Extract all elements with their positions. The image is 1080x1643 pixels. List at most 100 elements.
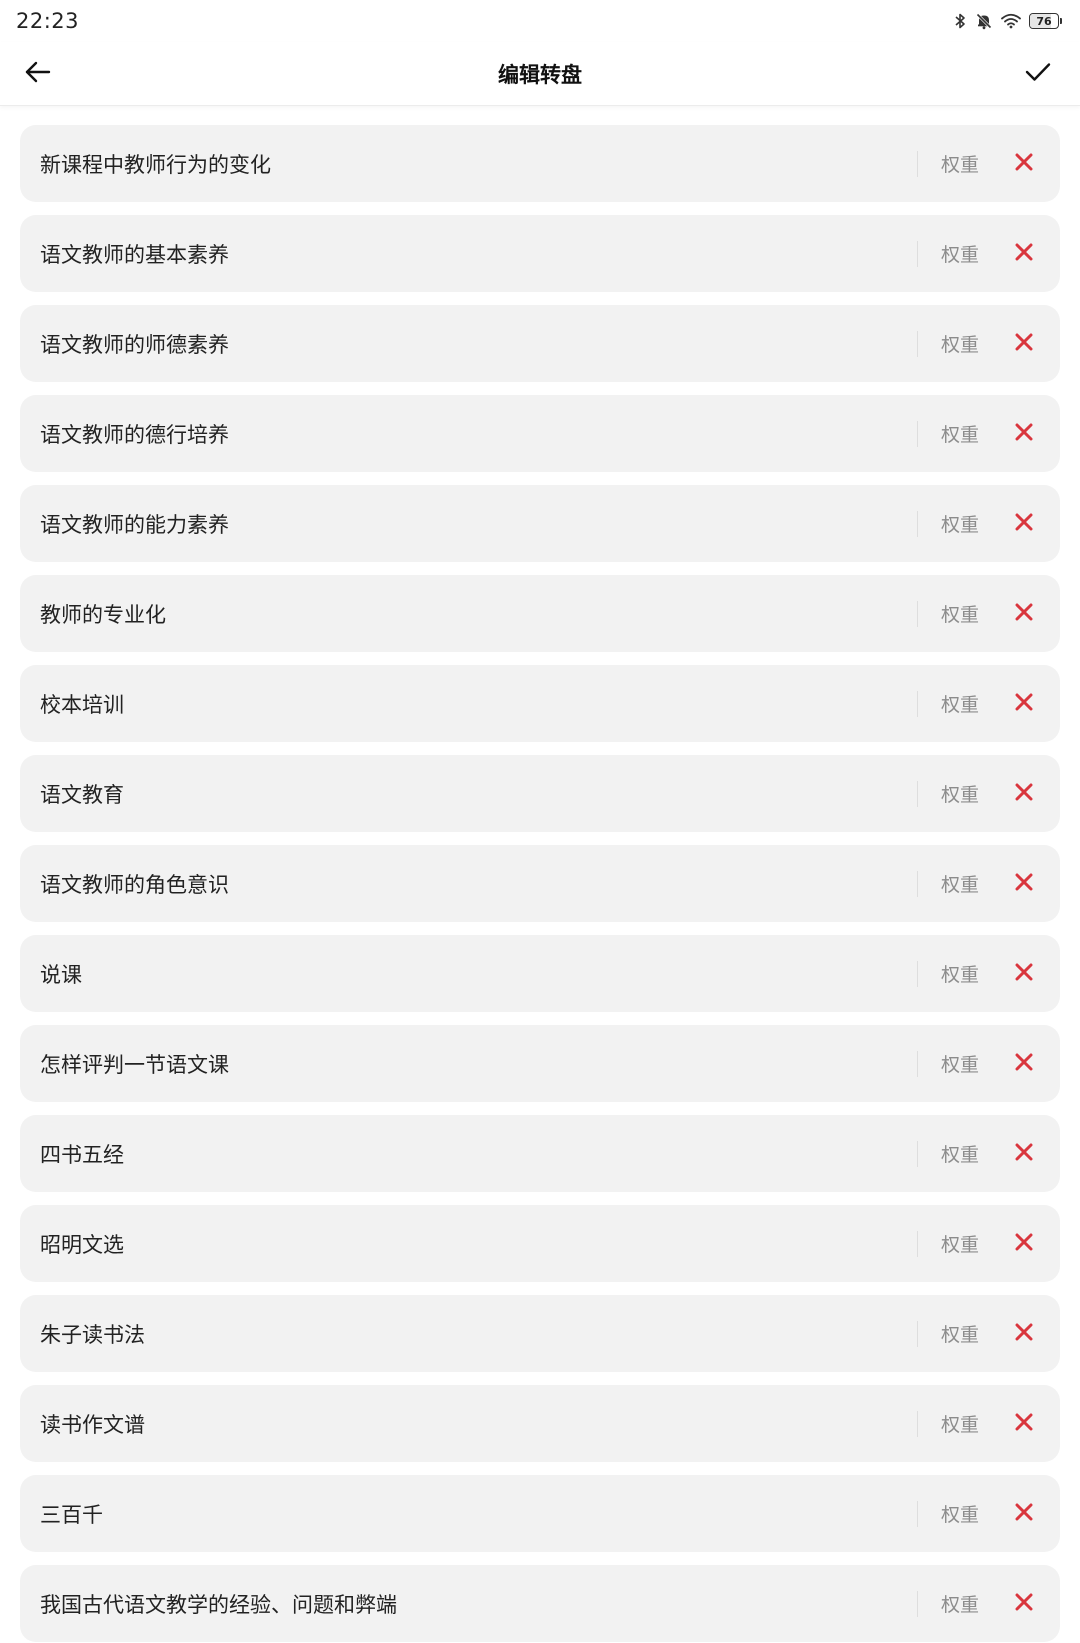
battery-level: 76 — [1036, 14, 1052, 28]
status-icons: 76 — [953, 12, 1062, 30]
item-name-field[interactable]: 三百千 — [40, 1499, 917, 1529]
item-name-field[interactable]: 四书五经 — [40, 1139, 917, 1169]
weight-button[interactable]: 权重 — [918, 510, 1002, 537]
list-item: 语文教师的基本素养 权重 — [20, 215, 1060, 292]
bell-muted-icon — [975, 12, 993, 30]
delete-button[interactable] — [1002, 1222, 1046, 1266]
app-header: 编辑转盘 — [0, 42, 1080, 106]
delete-button[interactable] — [1002, 1582, 1046, 1626]
item-name-field[interactable]: 语文教师的基本素养 — [40, 239, 917, 269]
delete-button[interactable] — [1002, 142, 1046, 186]
list-item: 语文教师的德行培养 权重 — [20, 395, 1060, 472]
delete-button[interactable] — [1002, 1042, 1046, 1086]
item-name-field[interactable]: 昭明文选 — [40, 1229, 917, 1259]
close-icon — [1014, 1052, 1034, 1076]
item-name-field[interactable]: 语文教师的德行培养 — [40, 419, 917, 449]
arrow-left-icon — [24, 60, 52, 88]
item-name-field[interactable]: 说课 — [40, 959, 917, 989]
close-icon — [1014, 872, 1034, 896]
weight-button[interactable]: 权重 — [918, 780, 1002, 807]
item-name-field[interactable]: 教师的专业化 — [40, 599, 917, 629]
list-item: 读书作文谱 权重 — [20, 1385, 1060, 1462]
weight-button[interactable]: 权重 — [918, 330, 1002, 357]
list-item: 我国古代语文教学的经验、问题和弊端 权重 — [20, 1565, 1060, 1642]
delete-button[interactable] — [1002, 592, 1046, 636]
weight-button[interactable]: 权重 — [918, 600, 1002, 627]
weight-button[interactable]: 权重 — [918, 1320, 1002, 1347]
list-item: 语文教师的角色意识 权重 — [20, 845, 1060, 922]
close-icon — [1014, 1502, 1034, 1526]
weight-button[interactable]: 权重 — [918, 690, 1002, 717]
weight-button[interactable]: 权重 — [918, 1590, 1002, 1617]
item-name-field[interactable]: 语文教师的能力素养 — [40, 509, 917, 539]
delete-button[interactable] — [1002, 682, 1046, 726]
status-time: 22:23 — [16, 9, 80, 33]
delete-button[interactable] — [1002, 1492, 1046, 1536]
page-title: 编辑转盘 — [498, 62, 582, 87]
delete-button[interactable] — [1002, 1132, 1046, 1176]
list-item: 语文教师的能力素养 权重 — [20, 485, 1060, 562]
close-icon — [1014, 422, 1034, 446]
list-item: 三百千 权重 — [20, 1475, 1060, 1552]
close-icon — [1014, 1232, 1034, 1256]
list-item: 四书五经 权重 — [20, 1115, 1060, 1192]
delete-button[interactable] — [1002, 232, 1046, 276]
item-name-field[interactable]: 朱子读书法 — [40, 1319, 917, 1349]
delete-button[interactable] — [1002, 502, 1046, 546]
list-item: 语文教师的师德素养 权重 — [20, 305, 1060, 382]
close-icon — [1014, 962, 1034, 986]
weight-button[interactable]: 权重 — [918, 1230, 1002, 1257]
item-name-field[interactable]: 语文教师的角色意识 — [40, 869, 917, 899]
list-item: 朱子读书法 权重 — [20, 1295, 1060, 1372]
weight-button[interactable]: 权重 — [918, 1050, 1002, 1077]
weight-button[interactable]: 权重 — [918, 240, 1002, 267]
confirm-button[interactable] — [1018, 54, 1058, 94]
list-item: 教师的专业化 权重 — [20, 575, 1060, 652]
wheel-item-list: 新课程中教师行为的变化 权重 语文教师的基本素养 权重 语文教师的师德素养 权重 语文教师的… — [20, 125, 1060, 1642]
weight-button[interactable]: 权重 — [918, 870, 1002, 897]
weight-button[interactable]: 权重 — [918, 1140, 1002, 1167]
list-item: 校本培训 权重 — [20, 665, 1060, 742]
item-name-field[interactable]: 语文教师的师德素养 — [40, 329, 917, 359]
close-icon — [1014, 332, 1034, 356]
close-icon — [1014, 1142, 1034, 1166]
delete-button[interactable] — [1002, 412, 1046, 456]
list-item: 新课程中教师行为的变化 权重 — [20, 125, 1060, 202]
list-item: 说课 权重 — [20, 935, 1060, 1012]
checkmark-icon — [1024, 60, 1052, 88]
weight-button[interactable]: 权重 — [918, 420, 1002, 447]
status-bar: 22:23 76 — [0, 0, 1080, 42]
close-icon — [1014, 1412, 1034, 1436]
item-name-field[interactable]: 我国古代语文教学的经验、问题和弊端 — [40, 1589, 917, 1619]
delete-button[interactable] — [1002, 1402, 1046, 1446]
close-icon — [1014, 512, 1034, 536]
battery-icon: 76 — [1029, 13, 1062, 29]
item-name-field[interactable]: 怎样评判一节语文课 — [40, 1049, 917, 1079]
close-icon — [1014, 692, 1034, 716]
weight-button[interactable]: 权重 — [918, 1500, 1002, 1527]
list-item: 怎样评判一节语文课 权重 — [20, 1025, 1060, 1102]
close-icon — [1014, 602, 1034, 626]
delete-button[interactable] — [1002, 862, 1046, 906]
delete-button[interactable] — [1002, 952, 1046, 996]
close-icon — [1014, 152, 1034, 176]
bluetooth-icon — [953, 12, 967, 30]
item-name-field[interactable]: 读书作文谱 — [40, 1409, 917, 1439]
delete-button[interactable] — [1002, 1312, 1046, 1356]
close-icon — [1014, 242, 1034, 266]
item-name-field[interactable]: 新课程中教师行为的变化 — [40, 149, 917, 179]
weight-button[interactable]: 权重 — [918, 1410, 1002, 1437]
item-name-field[interactable]: 语文教育 — [40, 779, 917, 809]
delete-button[interactable] — [1002, 772, 1046, 816]
delete-button[interactable] — [1002, 322, 1046, 366]
back-button[interactable] — [18, 54, 58, 94]
wifi-icon — [1001, 13, 1021, 29]
close-icon — [1014, 1322, 1034, 1346]
item-name-field[interactable]: 校本培训 — [40, 689, 917, 719]
list-item: 语文教育 权重 — [20, 755, 1060, 832]
close-icon — [1014, 1592, 1034, 1616]
close-icon — [1014, 782, 1034, 806]
weight-button[interactable]: 权重 — [918, 960, 1002, 987]
weight-button[interactable]: 权重 — [918, 150, 1002, 177]
list-item: 昭明文选 权重 — [20, 1205, 1060, 1282]
